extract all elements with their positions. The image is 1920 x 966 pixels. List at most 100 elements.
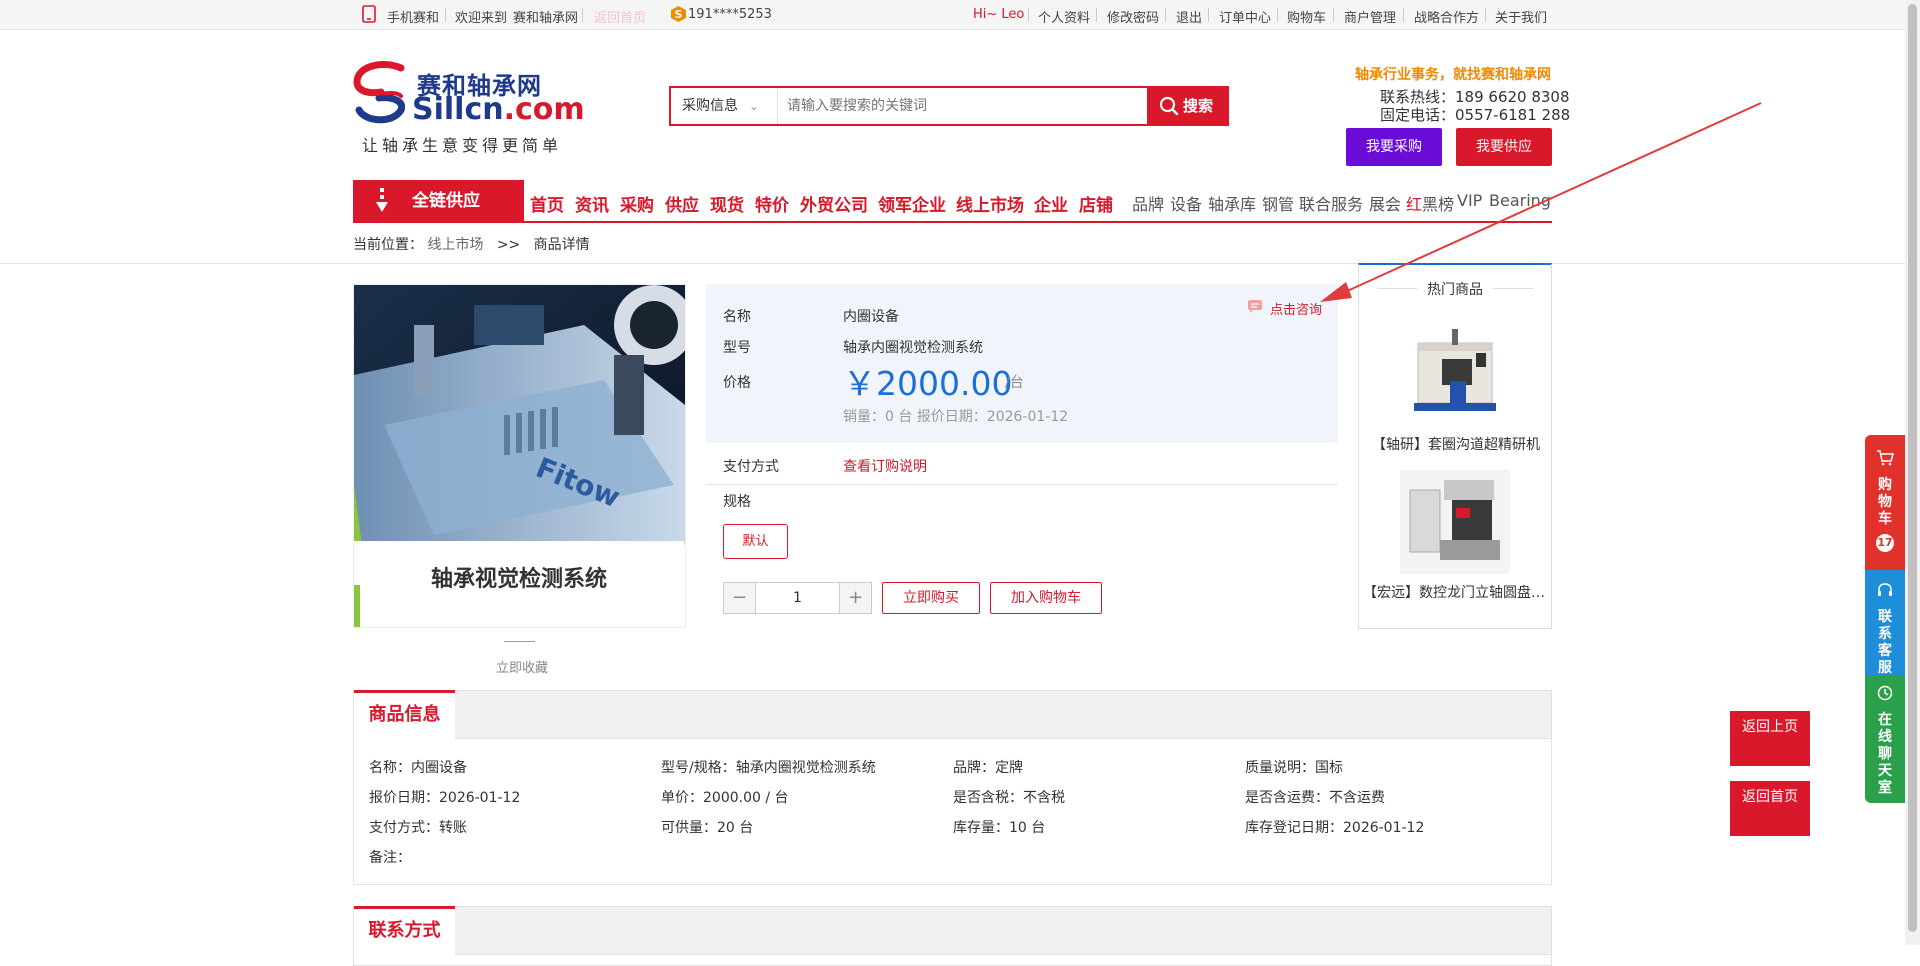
nav-home[interactable]: 首页 [530, 191, 564, 216]
model-label: 型号 [723, 340, 751, 356]
side-service[interactable]: 联系客服 [1865, 570, 1905, 676]
nav-ranking[interactable]: 红黑榜 [1406, 191, 1454, 215]
info-freight: 不含运费 [1329, 790, 1385, 806]
add-to-cart-button[interactable]: 加入购物车 [990, 582, 1102, 614]
chat-icon [1248, 300, 1262, 313]
side-chat[interactable]: 在线聊天室 [1865, 675, 1905, 803]
info-supply: 20 台 [717, 820, 754, 836]
info-name: 内圈设备 [411, 760, 467, 776]
spec-option-default[interactable]: 默认 [723, 524, 788, 559]
order-instructions-link[interactable]: 查看订购说明 [843, 456, 927, 476]
link-logout[interactable]: 退出 [1176, 7, 1202, 26]
favorite-link[interactable]: 立即收藏 [496, 657, 548, 676]
price-unit: /台 [1005, 375, 1024, 391]
search-icon [1159, 96, 1179, 116]
mobile-link[interactable]: 手机赛和 [387, 7, 439, 26]
nav-stock[interactable]: 现货 [710, 191, 744, 216]
nav-online-market[interactable]: 线上市场 [956, 191, 1024, 216]
nav-pipe[interactable]: 钢管 [1262, 191, 1294, 215]
nav-bearing-lib[interactable]: 轴承库 [1208, 191, 1256, 215]
faded-link[interactable]: 返回首页 [594, 7, 646, 26]
product-name: 内圈设备 [843, 309, 899, 325]
nav-enterprise[interactable]: 企业 [1034, 191, 1068, 216]
scrollbar[interactable] [1905, 0, 1920, 945]
name-label: 名称 [723, 309, 751, 325]
hot-item-1-image[interactable] [1400, 315, 1510, 419]
info-payment: 转账 [439, 820, 467, 836]
headset-icon [1878, 583, 1892, 596]
search-category-select[interactable]: 采购信息 ⌄ [671, 88, 778, 124]
tab-contact[interactable]: 联系方式 [354, 906, 455, 956]
product-model: 轴承内圈视觉检测系统 [843, 340, 983, 356]
slogan: 让轴承生意变得更简单 [362, 136, 563, 155]
nav-equipment[interactable]: 设备 [1170, 191, 1202, 215]
nav-bearing[interactable]: Bearing [1489, 191, 1551, 210]
product-info-section: 商品信息 名称：内圈设备 型号/规格：轴承内圈视觉检测系统 品牌：定牌 质量说明… [353, 690, 1552, 885]
spec-label: 规格 [723, 494, 751, 510]
nav-joint-service[interactable]: 联合服务 [1299, 191, 1363, 215]
greeting[interactable]: Hi~ Leo [973, 7, 1024, 22]
link-password[interactable]: 修改密码 [1107, 7, 1159, 26]
nav-brand[interactable]: 品牌 [1132, 191, 1164, 215]
coin-icon: S [670, 5, 687, 27]
link-profile[interactable]: 个人资料 [1038, 7, 1090, 26]
breadcrumb: 当前位置： 线上市场 >> 商品详情 [353, 237, 590, 253]
nav-special[interactable]: 特价 [755, 191, 789, 216]
top-bar: 手机赛和 欢迎来到 赛和轴承网 返回首页 S 191****5253 Hi~ L… [0, 0, 1905, 30]
supply-button[interactable]: 我要供应 [1456, 128, 1552, 166]
link-cart[interactable]: 购物车 [1287, 7, 1326, 26]
breadcrumb-market[interactable]: 线上市场 [427, 237, 483, 253]
logo-icon [353, 61, 405, 124]
buy-now-button[interactable]: 立即购买 [882, 582, 980, 614]
search-input[interactable] [787, 92, 1107, 120]
nav-exhibition[interactable]: 展会 [1369, 191, 1401, 215]
back-prev-button[interactable]: 返回上页 [1730, 711, 1810, 766]
cart-count-badge: 17 [1876, 534, 1894, 552]
info-brand: 定牌 [995, 760, 1023, 776]
nav-all-categories[interactable]: 全链供应 [353, 180, 524, 223]
qty-plus-button[interactable]: + [839, 583, 871, 613]
scrollbar-thumb[interactable] [1908, 4, 1917, 932]
side-cart[interactable]: 购物车 17 [1865, 435, 1905, 570]
site-link[interactable]: 赛和轴承网 [513, 7, 578, 26]
price-label: 价格 [723, 375, 751, 391]
search-bar: 采购信息 ⌄ 搜索 [669, 86, 1229, 126]
hot-item-2[interactable]: 【宏远】数控龙门立轴圆盘平面磨床 [1363, 582, 1549, 602]
qty-minus-button[interactable]: − [724, 583, 756, 613]
hot-item-1[interactable]: 【轴研】套圈沟道超精研机 [1363, 434, 1549, 454]
side-toolbar: 购物车 17 联系客服 在线聊天室 [1865, 435, 1905, 803]
buy-request-button[interactable]: 我要采购 [1346, 128, 1442, 166]
divider [0, 263, 1905, 264]
phone-icon [362, 5, 376, 27]
info-stock-date: 2026-01-12 [1343, 820, 1425, 836]
info-model: 轴承内圈视觉检测系统 [735, 760, 876, 776]
hot-products: 热门商品 【轴研】套圈沟道超精研机 【宏远】数控龙门立轴圆盘平面磨床 [1358, 263, 1552, 629]
nav-purchase[interactable]: 采购 [620, 191, 654, 216]
welcome-text: 欢迎来到 [455, 11, 508, 26]
svg-text:S: S [675, 8, 683, 21]
info-quote-date: 2026-01-12 [439, 790, 521, 806]
link-about[interactable]: 关于我们 [1495, 7, 1547, 26]
qty-input[interactable]: 1 [756, 583, 839, 613]
product-price: ￥2000.00 [843, 364, 1013, 403]
search-button[interactable]: 搜索 [1147, 88, 1227, 124]
nav-shop[interactable]: 店铺 [1079, 191, 1113, 216]
link-orders[interactable]: 订单中心 [1219, 7, 1271, 26]
nav-trade[interactable]: 外贸公司 [800, 191, 868, 216]
nav-news[interactable]: 资讯 [575, 191, 609, 216]
breadcrumb-current: 商品详情 [533, 237, 590, 253]
nav-leading[interactable]: 领军企业 [878, 191, 946, 216]
hot-title: 热门商品 [1359, 279, 1551, 299]
nav-vip[interactable]: VIP [1457, 191, 1482, 210]
tab-product-info[interactable]: 商品信息 [354, 690, 455, 740]
user-phone: 191****5253 [688, 7, 772, 22]
consult-link[interactable]: 点击咨询 [1246, 299, 1322, 318]
info-stock: 10 台 [1009, 820, 1046, 836]
back-home-button[interactable]: 返回首页 [1730, 781, 1810, 836]
product-image[interactable]: Fitow 轴承视觉检测系统 [353, 284, 686, 628]
link-merchant[interactable]: 商户管理 [1344, 7, 1396, 26]
link-partners[interactable]: 战略合作方 [1414, 7, 1479, 26]
hot-item-2-image[interactable] [1400, 470, 1510, 574]
main-nav: 全链供应 首页 资讯 采购 供应 现货 特价 外贸公司 领军企业 线上市场 企业… [353, 180, 1552, 223]
nav-supply[interactable]: 供应 [665, 191, 699, 216]
